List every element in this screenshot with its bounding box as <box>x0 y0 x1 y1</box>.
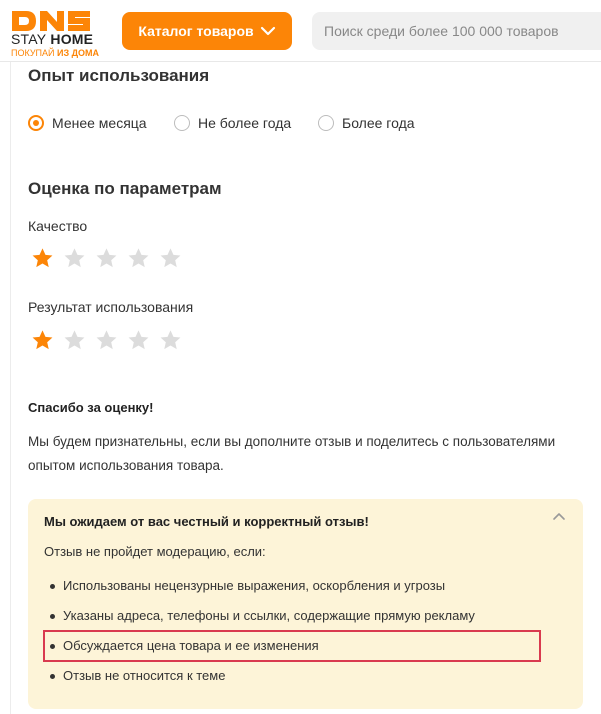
list-item: Использованы нецензурные выражения, оско… <box>48 571 475 601</box>
radio-up-to-year[interactable]: Не более года <box>174 115 291 131</box>
list-item: Отзыв не относится к теме <box>48 661 475 691</box>
star-rating-quality <box>31 247 182 269</box>
experience-title: Опыт использования <box>28 66 210 85</box>
dns-logo[interactable]: STAY HOME ПОКУПАЙ ИЗ ДОМА <box>10 8 106 58</box>
param-label-result: Результат использования <box>28 299 194 315</box>
star-empty-icon[interactable] <box>95 329 118 351</box>
star-empty-icon[interactable] <box>63 329 86 351</box>
star-empty-icon[interactable] <box>159 247 182 269</box>
catalog-button[interactable]: Каталог товаров <box>122 12 292 50</box>
star-filled-icon[interactable] <box>31 329 54 351</box>
logo-tagline-bold: ИЗ ДОМА <box>57 48 100 58</box>
logo-tagline-prefix: ПОКУПАЙ <box>11 48 55 58</box>
moderation-notice: Мы ожидаем от вас честный и корректный о… <box>28 499 583 709</box>
rating-title: Оценка по параметрам <box>28 179 222 198</box>
list-item: Указаны адреса, телефоны и ссылки, содер… <box>48 601 475 631</box>
star-empty-icon[interactable] <box>159 329 182 351</box>
thanks-text: Мы будем признательны, если вы дополните… <box>28 434 556 473</box>
radio-selected-icon <box>28 115 44 131</box>
thanks-title: Спасибо за оценку! <box>28 400 154 415</box>
stay-home-text: STAY HOME <box>11 31 93 47</box>
highlight-box <box>43 630 541 662</box>
catalog-button-label: Каталог товаров <box>138 23 254 39</box>
star-empty-icon[interactable] <box>127 329 150 351</box>
param-label-quality: Качество <box>28 218 88 234</box>
notice-title: Мы ожидаем от вас честный и корректный о… <box>44 514 369 529</box>
logo-tagline: ПОКУПАЙ ИЗ ДОМА <box>11 48 99 58</box>
radio-label: Не более года <box>198 115 292 131</box>
star-empty-icon[interactable] <box>63 247 86 269</box>
logo-stay-word: STAY <box>11 31 47 47</box>
site-header: STAY HOME ПОКУПАЙ ИЗ ДОМА Каталог товаро… <box>0 0 601 62</box>
logo-home-word: HOME <box>50 31 94 47</box>
search-input[interactable] <box>312 12 601 50</box>
radio-label: Более года <box>342 115 415 131</box>
chevron-down-icon <box>260 26 275 36</box>
star-rating-result <box>31 329 182 351</box>
notice-subtitle: Отзыв не пройдет модерацию, если: <box>44 544 266 559</box>
left-divider <box>10 62 11 714</box>
radio-empty-icon <box>318 115 334 131</box>
radio-empty-icon <box>174 115 190 131</box>
star-empty-icon[interactable] <box>95 247 118 269</box>
radio-less-than-month[interactable]: Менее месяца <box>28 115 147 131</box>
dns-logo-mark <box>10 8 102 32</box>
star-filled-icon[interactable] <box>31 247 54 269</box>
radio-label: Менее месяца <box>52 115 147 131</box>
radio-more-than-year[interactable]: Более года <box>318 115 415 131</box>
chevron-up-icon[interactable] <box>551 509 567 525</box>
star-empty-icon[interactable] <box>127 247 150 269</box>
